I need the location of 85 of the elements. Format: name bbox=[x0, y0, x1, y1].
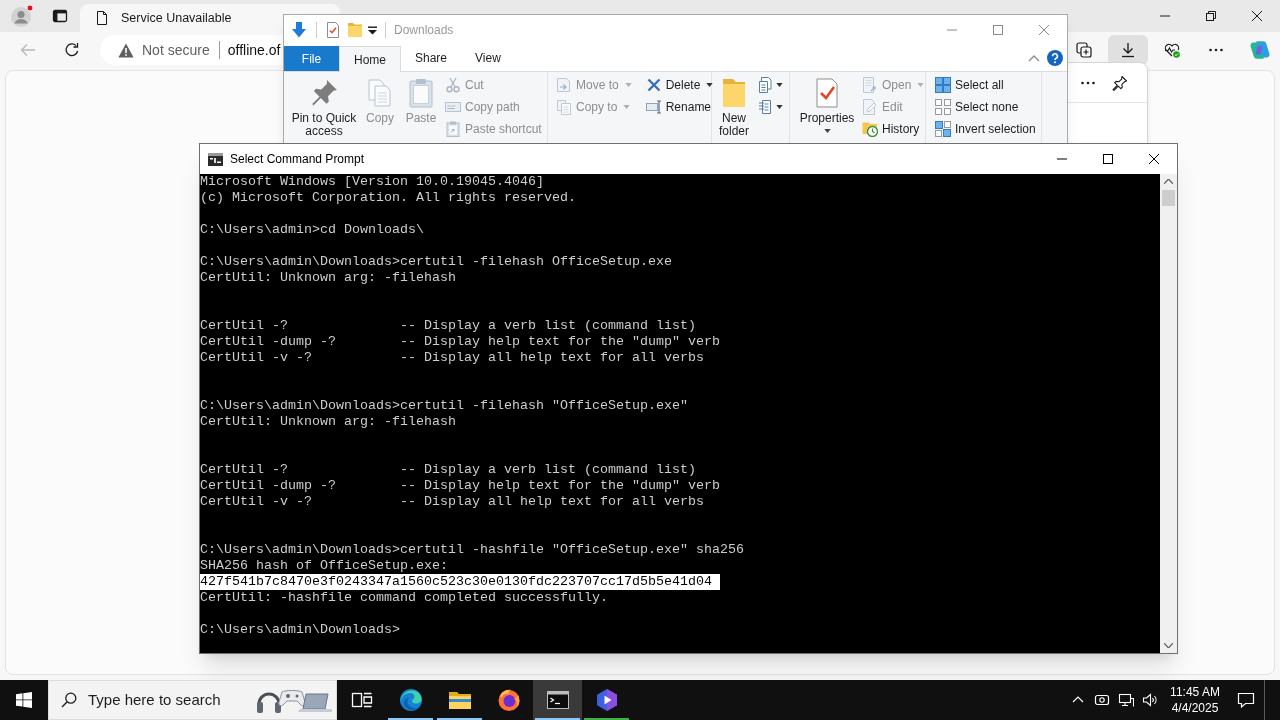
search-field[interactable]: Type here to search bbox=[88, 689, 224, 711]
console-line: CertUtil: Unknown arg: -filehash bbox=[200, 414, 456, 430]
hexagon-play-icon bbox=[594, 688, 619, 712]
sidebar-window-icon[interactable] bbox=[52, 8, 68, 24]
console-line: C:\Users\admin>cd Downloads\ bbox=[200, 222, 424, 238]
console-line: CertUtil -? -- Display a verb list (command list) bbox=[200, 462, 696, 478]
windows-logo-icon[interactable] bbox=[16, 692, 32, 708]
folder-clock-icon bbox=[862, 121, 878, 137]
restore-icon[interactable] bbox=[1206, 11, 1216, 21]
scissors-icon bbox=[445, 77, 461, 93]
ribbon-button[interactable]: New folder bbox=[716, 74, 752, 138]
documents-icon bbox=[758, 77, 774, 93]
warning-icon bbox=[118, 42, 134, 58]
document-pencil-icon bbox=[862, 99, 878, 115]
document-lines-icon bbox=[758, 99, 774, 115]
help-icon[interactable] bbox=[1047, 50, 1063, 66]
downloads-button[interactable] bbox=[1108, 35, 1148, 65]
ring-globe-icon bbox=[496, 688, 521, 712]
address-bar[interactable]: Not secure offline.of bbox=[100, 35, 283, 65]
pin-icon[interactable] bbox=[1112, 74, 1128, 91]
ribbon-button[interactable]: Delete bbox=[643, 74, 716, 96]
page-icon bbox=[94, 10, 110, 26]
ribbon-button[interactable]: Pin to Quick access bbox=[289, 74, 359, 138]
console-line: CertUtil -? -- Display a verb list (command list) bbox=[200, 318, 696, 334]
ribbon-button[interactable]: Rename bbox=[643, 96, 716, 118]
window-title: Select Command Prompt bbox=[230, 151, 365, 168]
document-check-icon[interactable] bbox=[327, 22, 339, 38]
squares-plus-icon bbox=[1076, 42, 1092, 58]
document-arrow-icon bbox=[862, 77, 878, 93]
ribbon-tab[interactable]: Home bbox=[339, 46, 401, 72]
document-arrow-icon bbox=[556, 77, 572, 93]
grid-outline-icon bbox=[935, 99, 951, 115]
console-line: CertUtil: -hashfile command completed successfully. bbox=[200, 590, 608, 606]
console-line: (c) Microsoft Corporation. All rights reserved. bbox=[200, 190, 576, 206]
ribbon-tab[interactable]: View bbox=[461, 45, 515, 71]
terminal-window-icon bbox=[545, 688, 570, 712]
overlapping-shapes-logo-icon bbox=[1250, 40, 1270, 60]
close-icon[interactable] bbox=[1149, 154, 1159, 164]
ribbon-button[interactable] bbox=[756, 74, 785, 96]
console-line: CertUtil -dump -? -- Display help text for the "dump" verb bbox=[200, 478, 720, 494]
avatar-icon[interactable] bbox=[10, 4, 34, 28]
refresh-icon[interactable] bbox=[64, 42, 80, 58]
console-line: C:\Users\admin\Downloads>certutil -filehash OfficeSetup.exe bbox=[200, 254, 672, 270]
maximize-icon[interactable] bbox=[1103, 154, 1113, 164]
console-line: CertUtil -v -? -- Display all help text for all verbs bbox=[200, 494, 704, 510]
clock[interactable]: 11:45 AM 4/4/2025 bbox=[1162, 680, 1228, 720]
terminal-window-icon bbox=[208, 152, 223, 166]
heart-pulse-icon bbox=[1164, 42, 1180, 58]
search-icon bbox=[61, 692, 77, 708]
documents-icon bbox=[556, 99, 572, 115]
console-line: CertUtil: Unknown arg: -filehash bbox=[200, 270, 456, 286]
speaker-icon[interactable] bbox=[1142, 692, 1158, 708]
console-line: C:\Users\admin\Downloads> bbox=[200, 622, 400, 638]
ribbon-button[interactable]: Invert selection bbox=[933, 118, 1038, 140]
grid-filled-icon bbox=[935, 77, 951, 93]
security-status[interactable]: Not secure bbox=[142, 39, 210, 61]
ribbon-tab[interactable]: Share bbox=[401, 45, 462, 71]
console-line: CertUtil -dump -? -- Display help text for the "dump" verb bbox=[200, 334, 720, 350]
camera-icon[interactable] bbox=[1094, 692, 1110, 708]
ribbon-button[interactable]: Select all bbox=[933, 74, 1038, 96]
console-line: CertUtil -v -? -- Display all help text for all verbs bbox=[200, 350, 704, 366]
down-arrow-icon[interactable] bbox=[292, 22, 306, 38]
console-line: C:\Users\admin\Downloads>certutil -hashfile "OfficeSetup.exe" sha256 bbox=[200, 542, 744, 558]
download-icon bbox=[1120, 42, 1136, 58]
x-icon bbox=[645, 77, 662, 93]
console-line: C:\Users\admin\Downloads>certutil -filehash "OfficeSetup.exe" bbox=[200, 398, 688, 414]
window-title: Downloads bbox=[394, 22, 454, 39]
ribbon-button[interactable]: Properties bbox=[798, 74, 856, 133]
bar-caret-icon[interactable] bbox=[368, 25, 377, 35]
text-cursor-box-icon bbox=[645, 99, 662, 115]
ribbon-button[interactable]: Select none bbox=[933, 96, 1038, 118]
network-monitor-icon[interactable] bbox=[1118, 692, 1134, 708]
ribbon-button[interactable]: History bbox=[860, 118, 927, 140]
close-icon[interactable] bbox=[1252, 11, 1262, 21]
wave-globe-icon bbox=[398, 688, 423, 712]
console-line: Microsoft Windows [Version 10.0.19045.4046] bbox=[200, 174, 544, 190]
search-box[interactable]: Type here to search bbox=[48, 680, 337, 720]
scrollbar-thumb[interactable] bbox=[1162, 190, 1175, 206]
address-url[interactable]: offline.of bbox=[227, 39, 281, 61]
console-line: SHA256 hash of OfficeSetup.exe: bbox=[200, 558, 448, 574]
taskbar-button[interactable] bbox=[533, 680, 582, 720]
speech-bubble-icon[interactable] bbox=[1237, 691, 1255, 709]
label-icon bbox=[445, 99, 461, 115]
grid-mixed-icon bbox=[935, 121, 951, 137]
file-menu-button[interactable]: File bbox=[284, 46, 339, 71]
